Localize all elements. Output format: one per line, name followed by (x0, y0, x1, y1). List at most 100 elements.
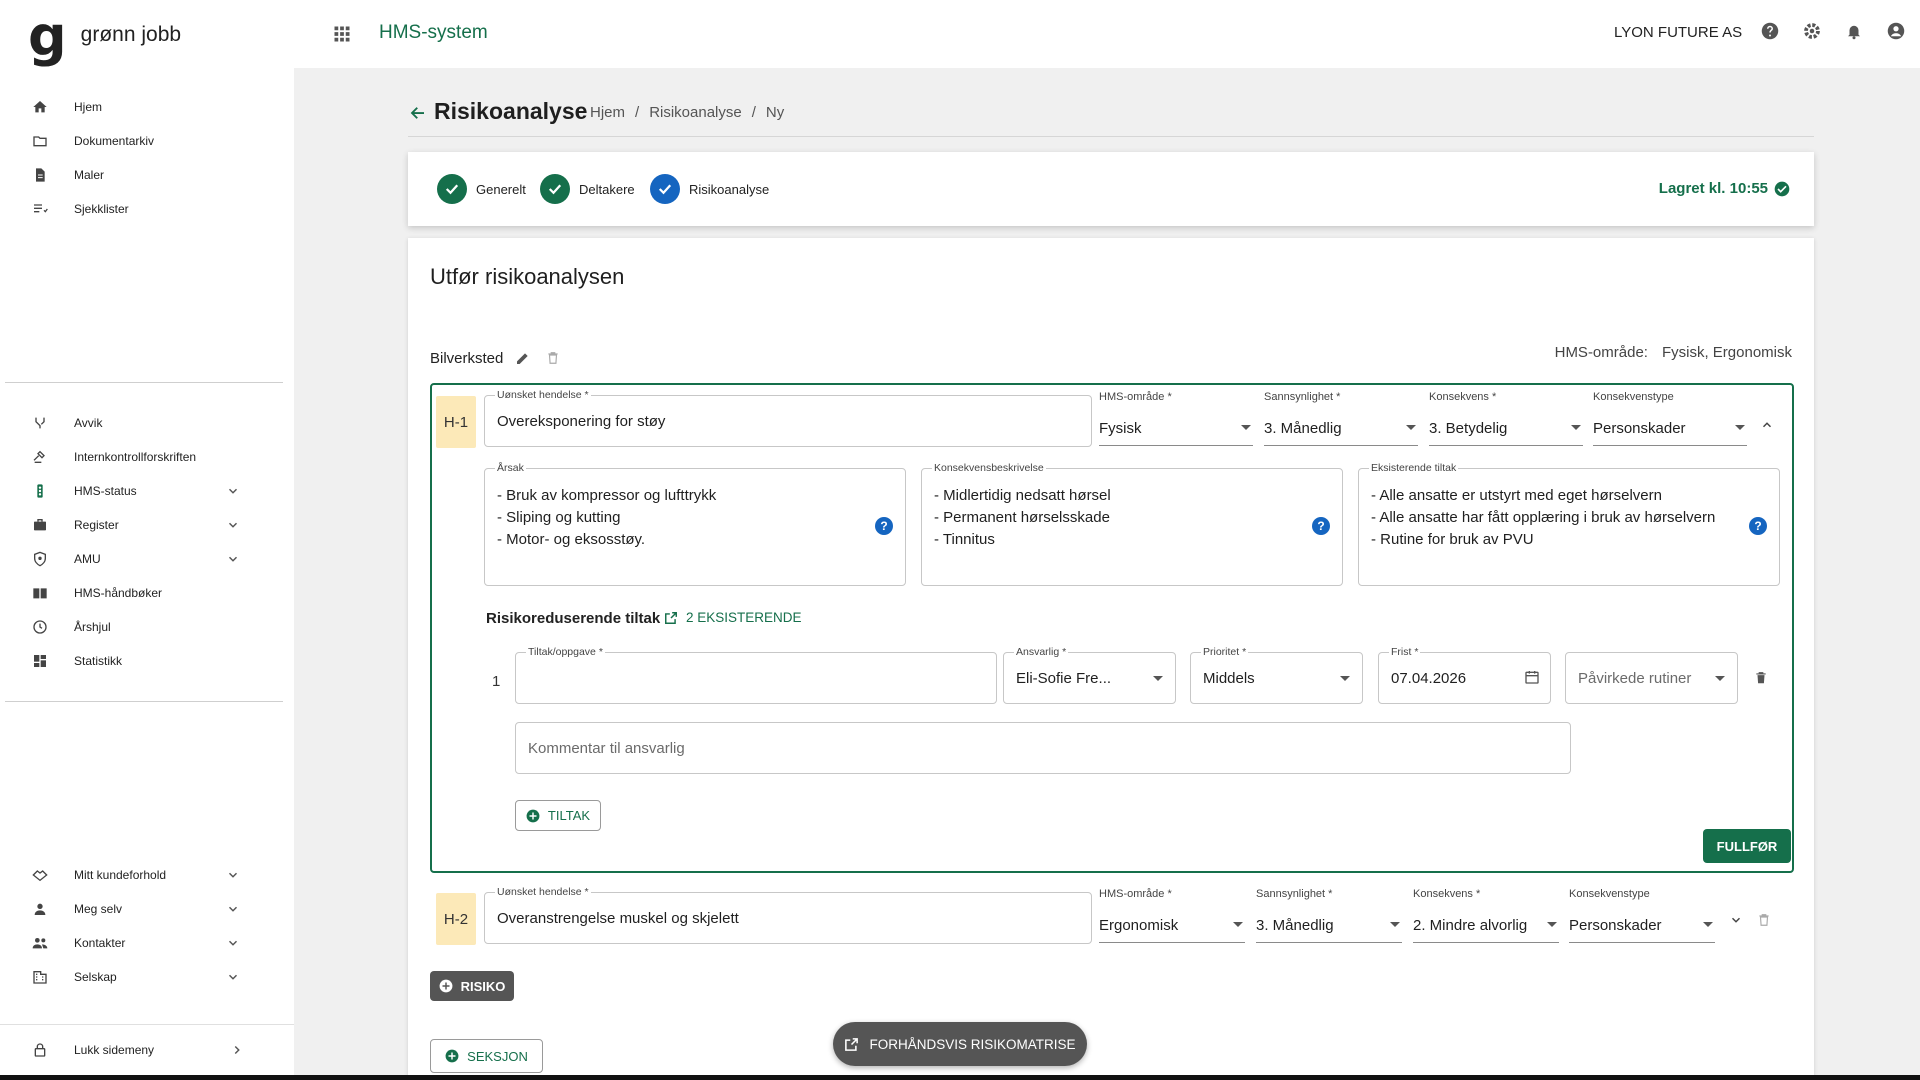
chevron-down-icon[interactable] (224, 968, 242, 986)
company-name[interactable]: LYON FUTURE AS (1614, 24, 1742, 41)
cause-field[interactable]: Årsak - Bruk av kompressor og lufttrykk … (484, 462, 906, 586)
back-arrow-icon[interactable] (407, 102, 429, 124)
priority-select[interactable]: Prioritet * Middels (1190, 646, 1363, 704)
logo[interactable]: g grønn jobb (28, 10, 181, 64)
step-risikoanalyse[interactable]: Risikoanalyse (650, 174, 769, 204)
breadcrumb-risikoanalyse[interactable]: Risikoanalyse (649, 104, 742, 121)
chevron-down-icon[interactable] (224, 550, 242, 568)
sidebar-item-meg-selv[interactable]: Meg selv (0, 892, 294, 926)
gavel-icon (31, 448, 49, 466)
help-icon[interactable]: ? (875, 517, 893, 535)
finish-button[interactable]: FULLFØR (1703, 829, 1791, 863)
existing-measures-field[interactable]: Eksisterende tiltak - Alle ansatte er ut… (1358, 462, 1780, 586)
task-field[interactable]: Tiltak/oppgave * (515, 646, 997, 704)
field-label: Prioritet * (1201, 646, 1249, 658)
select-value: Fysisk (1099, 420, 1142, 437)
dropdown-arrow-icon (1233, 922, 1243, 927)
sidebar-item-sjekklister[interactable]: Sjekklister (0, 192, 294, 226)
delete-icon[interactable] (1754, 910, 1774, 930)
help-icon[interactable] (1759, 20, 1781, 42)
sidebar-item-amu[interactable]: AMU (0, 542, 294, 576)
stepper: Generelt Deltakere Risikoanalyse Lagret … (408, 152, 1814, 226)
sidebar-item-mitt-kundeforhold[interactable]: Mitt kundeforhold (0, 858, 294, 892)
sidebar-item-register[interactable]: Register (0, 508, 294, 542)
sidebar-item-arshjul[interactable]: Årshjul (0, 610, 294, 644)
sidebar-item-hms-status[interactable]: HMS-status (0, 474, 294, 508)
check-icon (650, 174, 680, 204)
checklist-icon (31, 200, 49, 218)
sidebar-divider (5, 701, 283, 702)
chevron-down-icon[interactable] (224, 482, 242, 500)
help-icon[interactable]: ? (1312, 517, 1330, 535)
hms-area-select[interactable]: HMS-område * Fysisk (1099, 391, 1253, 446)
chevron-down-icon[interactable] (1726, 910, 1746, 930)
sidebar-item-statistikk[interactable]: Statistikk (0, 644, 294, 678)
preview-risk-matrix-button[interactable]: FORHÅNDSVIS RISIKOMATRISE (833, 1022, 1087, 1066)
consequence-type-select[interactable]: Konsekvenstype Personskader (1593, 391, 1747, 446)
deadline-value: 07.04.2026 (1391, 670, 1467, 687)
close-sidebar-button[interactable]: Lukk sidemeny (0, 1033, 294, 1067)
delete-icon[interactable] (543, 348, 563, 368)
consequence-select[interactable]: Konsekvens * 3. Betydelig (1429, 391, 1583, 446)
sidebar-item-kontakter[interactable]: Kontakter (0, 926, 294, 960)
shield-icon (31, 550, 49, 568)
event-field[interactable]: Uønsket hendelse * Overeksponering for s… (484, 389, 1092, 447)
apps-grid-icon[interactable] (332, 24, 352, 44)
add-risk-button[interactable]: RISIKO (430, 971, 514, 1001)
probability-select[interactable]: Sannsynlighet * 3. Månedlig (1264, 391, 1418, 446)
help-icon[interactable]: ? (1749, 517, 1767, 535)
existing-measures-link[interactable]: 2 EKSISTERENDE (664, 610, 802, 625)
app-name[interactable]: HMS-system (379, 22, 488, 44)
sidebar-item-avvik[interactable]: Avvik (0, 406, 294, 440)
sidebar-item-label: Dokumentarkiv (74, 134, 155, 148)
probability-select[interactable]: Sannsynlighet * 3. Månedlig (1256, 888, 1402, 943)
step-label: Deltakere (579, 181, 635, 197)
consequence-description-field[interactable]: Konsekvensbeskrivelse - Midlertidig neds… (921, 462, 1343, 586)
affected-routines-select[interactable]: Påvirkede rutiner (1565, 652, 1738, 704)
sidebar-item-selskap[interactable]: Selskap (0, 960, 294, 994)
home-icon (31, 98, 49, 116)
page-title: Risikoanalyse (434, 98, 588, 124)
sidebar-item-hms-handboker[interactable]: HMS-håndbøker (0, 576, 294, 610)
chevron-down-icon[interactable] (224, 900, 242, 918)
chevron-down-icon[interactable] (224, 866, 242, 884)
sidebar-item-hjem[interactable]: Hjem (0, 90, 294, 124)
window-bottom-edge (0, 1075, 1920, 1080)
bell-icon[interactable] (1843, 20, 1865, 42)
check-circle-icon (1774, 181, 1790, 197)
consequence-select[interactable]: Konsekvens * 2. Mindre alvorlig (1413, 888, 1559, 943)
existing-measures-text: - Alle ansatte er utstyrt med eget hørse… (1371, 485, 1715, 551)
gear-icon[interactable] (1801, 20, 1823, 42)
deadline-field[interactable]: Frist * 07.04.2026 (1378, 646, 1551, 704)
dashboard-icon (31, 652, 49, 670)
add-risk-label: RISIKO (460, 978, 506, 994)
step-deltakere[interactable]: Deltakere (540, 174, 635, 204)
chevron-down-icon[interactable] (224, 516, 242, 534)
event-field[interactable]: Uønsket hendelse * Overanstrengelse musk… (484, 886, 1092, 944)
account-icon[interactable] (1885, 20, 1907, 42)
sidebar-item-internkontroll[interactable]: Internkontrollforskriften (0, 440, 294, 474)
responsible-select[interactable]: Ansvarlig * Eli-Sofie Fre... (1003, 646, 1176, 704)
add-measure-button[interactable]: TILTAK (515, 800, 601, 831)
calendar-icon[interactable] (1524, 669, 1540, 685)
sidebar-item-label: Statistikk (74, 654, 123, 668)
chevron-up-icon[interactable] (1757, 415, 1777, 435)
select-label: Konsekvens * (1413, 888, 1481, 900)
select-label: Konsekvens * (1429, 391, 1497, 403)
delete-icon[interactable] (1752, 669, 1770, 687)
add-circle-icon (445, 1049, 459, 1063)
traffic-light-icon (31, 482, 49, 500)
description-line: - Tinnitus (934, 531, 995, 548)
breadcrumb-hjem[interactable]: Hjem (590, 104, 625, 121)
consequence-type-select[interactable]: Konsekvenstype Personskader (1569, 888, 1715, 943)
hms-area-select[interactable]: HMS-område * Ergonomisk (1099, 888, 1245, 943)
chevron-down-icon[interactable] (224, 934, 242, 952)
sidebar-item-dokumentarkiv[interactable]: Dokumentarkiv (0, 124, 294, 158)
edit-icon[interactable] (513, 348, 533, 368)
comment-field[interactable]: Kommentar til ansvarlig (515, 722, 1571, 774)
select-label: HMS-område * (1099, 888, 1172, 900)
add-section-button[interactable]: SEKSJON (430, 1039, 543, 1073)
close-sidebar-label: Lukk sidemeny (74, 1043, 155, 1057)
sidebar-item-maler[interactable]: Maler (0, 158, 294, 192)
step-generelt[interactable]: Generelt (437, 174, 526, 204)
